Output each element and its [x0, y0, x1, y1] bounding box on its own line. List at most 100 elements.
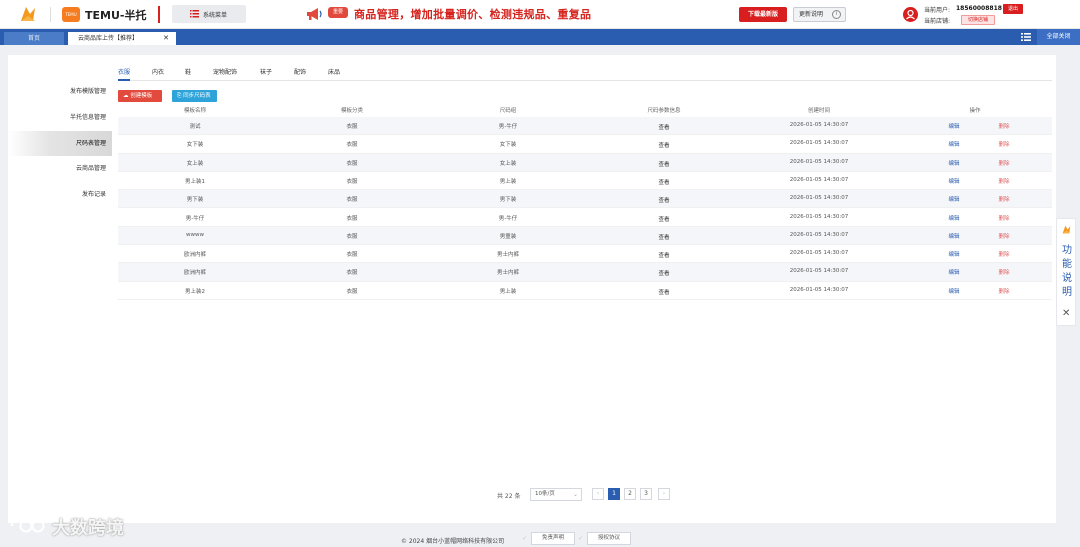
- update-notes-label: 更新说明: [799, 11, 824, 18]
- size-group-cell: 女下装: [499, 142, 517, 149]
- view-params-link[interactable]: 查看: [658, 251, 669, 259]
- tab-pet-accessories[interactable]: 宠物配饰: [213, 67, 237, 81]
- table-header: 模板名称 模板分类 尺码组 尺码参数信息 创建时间 操作: [118, 106, 1052, 116]
- tab-home[interactable]: 首页: [4, 32, 64, 45]
- sidebar-item-semi-managed-info[interactable]: 半托信息管理: [8, 105, 112, 130]
- created-time-cell: 2026-01-05 14:30:07: [789, 176, 849, 183]
- edit-link[interactable]: 编辑: [948, 159, 959, 167]
- sidebar-item-size-chart[interactable]: 尺码表管理: [8, 131, 112, 156]
- table-row: 欧洲内裤 衣服 男士内裤 查看 2026-01-05 14:30:07 编辑 删除: [118, 245, 1052, 264]
- edit-link[interactable]: 编辑: [948, 177, 959, 185]
- tab-close-icon[interactable]: ✕: [163, 32, 169, 45]
- template-category-cell: 衣服: [346, 252, 358, 259]
- chevron-down-icon: ⌄: [572, 491, 578, 498]
- size-group-cell: 男士内裤: [496, 252, 520, 259]
- page-size-select[interactable]: 10条/页 ⌄: [530, 488, 582, 501]
- disclaimer-button[interactable]: 免责声明: [531, 532, 575, 545]
- page-button-1[interactable]: 1: [608, 488, 620, 500]
- user-avatar-icon[interactable]: [903, 7, 918, 22]
- delete-link[interactable]: 删除: [998, 250, 1009, 258]
- sidebar-item-cloud-products[interactable]: 云商品管理: [8, 156, 112, 181]
- created-time-cell: 2026-01-05 14:30:07: [789, 158, 849, 165]
- delete-link[interactable]: 删除: [998, 287, 1009, 295]
- tab-shoes[interactable]: 鞋: [185, 67, 191, 81]
- tab-underwear[interactable]: 内衣: [152, 67, 164, 81]
- feature-help-char: 能: [1062, 259, 1072, 270]
- system-menu-label: 系统菜单: [203, 12, 228, 19]
- template-category-cell: 衣服: [346, 215, 358, 222]
- download-latest-button[interactable]: 下载最新版: [739, 7, 787, 22]
- edit-link[interactable]: 编辑: [948, 140, 959, 148]
- tab-list-icon[interactable]: [1020, 31, 1032, 43]
- view-params-link[interactable]: 查看: [658, 233, 669, 241]
- view-params-link[interactable]: 查看: [658, 288, 669, 296]
- delete-link[interactable]: 删除: [998, 140, 1009, 148]
- edit-link[interactable]: 编辑: [948, 214, 959, 222]
- template-name-cell: 男上装1: [185, 178, 205, 185]
- create-template-label: 创建模板: [130, 93, 153, 99]
- template-category-cell: 衣服: [346, 178, 358, 185]
- page-button-2[interactable]: 2: [624, 488, 636, 500]
- close-all-tabs-button[interactable]: 全部关闭: [1037, 29, 1080, 45]
- edit-link[interactable]: 编辑: [948, 122, 959, 130]
- system-menu-button[interactable]: 系统菜单: [172, 5, 246, 23]
- top-header: TEMU TEMU-半托 系统菜单 重要 商品管理，增加批量调价、检测违规品、重…: [0, 0, 1080, 29]
- tab-bedding[interactable]: 床品: [328, 67, 340, 81]
- sync-size-chart-button[interactable]: ⎘ 同步尺码表: [172, 90, 217, 102]
- update-notes-button[interactable]: 更新说明 i: [793, 7, 846, 22]
- check-icon: ✓: [578, 535, 584, 542]
- edit-link[interactable]: 编辑: [948, 287, 959, 295]
- watermark-text: 大数跨境: [52, 518, 124, 539]
- created-time-cell: 2026-01-05 14:30:07: [789, 286, 849, 293]
- edit-link[interactable]: 编辑: [948, 232, 959, 240]
- feature-help-char: 明: [1062, 287, 1072, 298]
- column-header: 操作: [969, 108, 981, 114]
- logout-button[interactable]: 退出: [1003, 4, 1023, 14]
- template-name-cell: 欧洲内裤: [183, 270, 207, 277]
- table-row: 男上装1 衣服 男上装 查看 2026-01-05 14:30:07 编辑 删除: [118, 172, 1052, 191]
- delete-link[interactable]: 删除: [998, 159, 1009, 167]
- template-category-cell: 衣服: [346, 197, 358, 204]
- delete-link[interactable]: 删除: [998, 214, 1009, 222]
- size-group-cell: 男上装: [499, 288, 517, 295]
- notice-tag: 重要: [328, 7, 348, 18]
- delete-link[interactable]: 删除: [998, 122, 1009, 130]
- created-time-cell: 2026-01-05 14:30:07: [789, 268, 849, 275]
- view-params-link[interactable]: 查看: [658, 269, 669, 277]
- feature-help-widget[interactable]: 功 能 说 明 ✕: [1056, 218, 1076, 326]
- view-params-link[interactable]: 查看: [658, 178, 669, 186]
- delete-link[interactable]: 删除: [998, 232, 1009, 240]
- tab-accessories[interactable]: 配饰: [294, 67, 306, 81]
- delete-link[interactable]: 删除: [998, 177, 1009, 185]
- edit-link[interactable]: 编辑: [948, 250, 959, 258]
- next-page-button[interactable]: ›: [658, 488, 670, 500]
- switch-store-button[interactable]: 切换店铺: [961, 15, 995, 25]
- tab-cloud-upload[interactable]: 云商品库上传【推荐】 ✕: [68, 32, 176, 45]
- view-params-link[interactable]: 查看: [658, 215, 669, 223]
- table-row: 测试 衣服 男-牛仔 查看 2026-01-05 14:30:07 编辑 删除: [118, 117, 1052, 136]
- sidebar-item-publish-template[interactable]: 发布模版管理: [8, 79, 112, 104]
- template-category-cell: 衣服: [346, 288, 358, 295]
- size-group-cell: 男士内裤: [496, 270, 520, 277]
- tab-socks[interactable]: 袜子: [260, 67, 272, 81]
- edit-link[interactable]: 编辑: [948, 195, 959, 203]
- tab-clothing[interactable]: 衣服: [118, 67, 131, 81]
- edit-link[interactable]: 编辑: [948, 268, 959, 276]
- license-button[interactable]: 授权协议: [587, 532, 631, 545]
- sidebar-item-publish-records[interactable]: 发布记录: [8, 182, 112, 207]
- view-params-link[interactable]: 查看: [658, 123, 669, 131]
- close-icon[interactable]: ✕: [1062, 308, 1070, 319]
- notice-text[interactable]: 商品管理，增加批量调价、检测违规品、重复品: [354, 6, 591, 22]
- view-params-link[interactable]: 查看: [658, 160, 669, 168]
- prev-page-button[interactable]: ‹: [592, 488, 604, 500]
- create-template-button[interactable]: ☁ 创建模板: [118, 90, 162, 102]
- tab-bar: 首页 云商品库上传【推荐】 ✕ 全部关闭: [0, 29, 1080, 45]
- page-button-3[interactable]: 3: [640, 488, 652, 500]
- delete-link[interactable]: 删除: [998, 195, 1009, 203]
- watermark-logo-icon: [10, 515, 45, 533]
- table-row: 男-牛仔 衣服 男-牛仔 查看 2026-01-05 14:30:07 编辑 删除: [118, 209, 1052, 227]
- view-params-link[interactable]: 查看: [658, 196, 669, 204]
- delete-link[interactable]: 删除: [998, 268, 1009, 276]
- view-params-link[interactable]: 查看: [658, 141, 669, 149]
- template-category-cell: 衣服: [346, 160, 358, 167]
